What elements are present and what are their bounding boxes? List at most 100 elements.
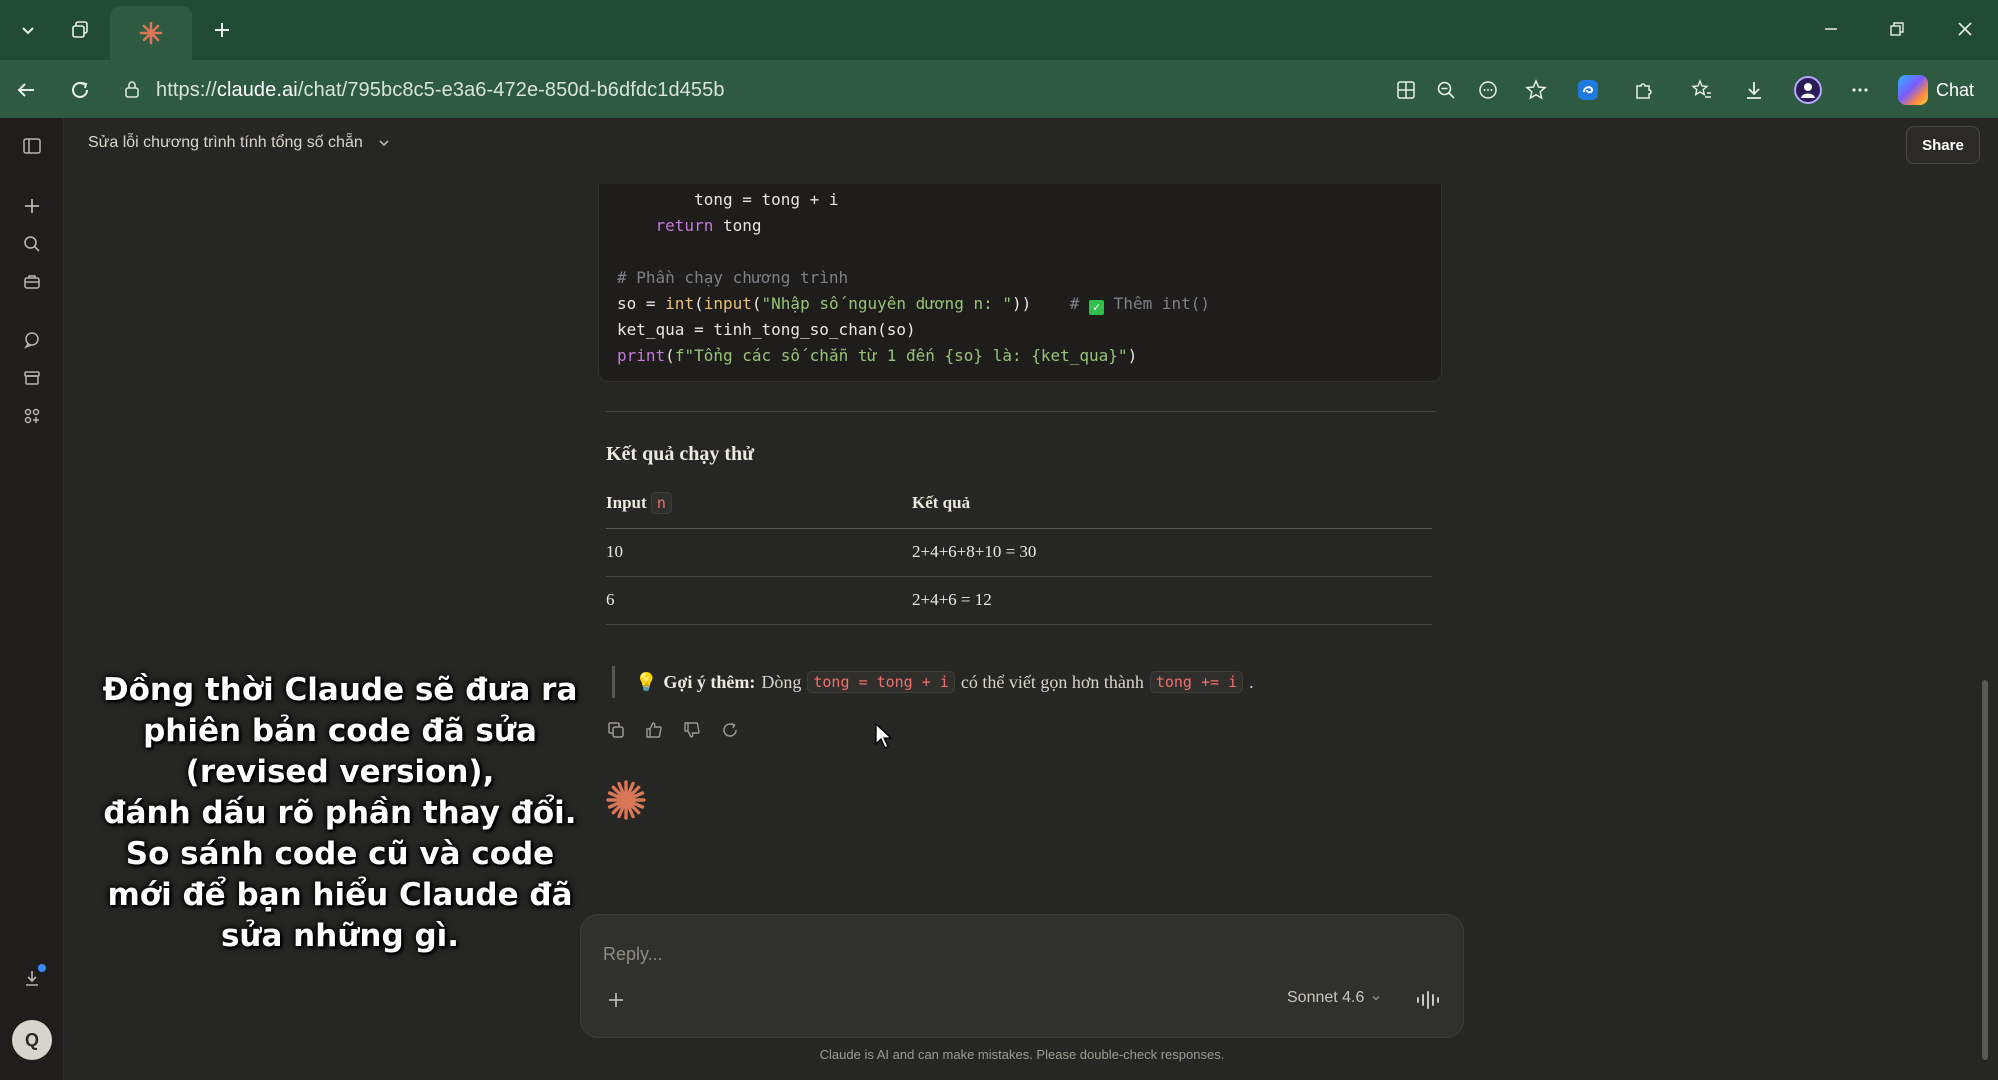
new-chat-button[interactable] (16, 190, 48, 222)
extensions-button[interactable] (1626, 72, 1662, 108)
restore-button[interactable] (1874, 10, 1920, 48)
code-line: so = int(input("Nhập số nguyên dương n: … (617, 294, 1211, 315)
tip-label: Gợi ý thêm: (663, 671, 756, 692)
caption-line: phiên bản code đã sửa (143, 713, 537, 749)
retry-button[interactable] (718, 718, 742, 742)
star-icon (1525, 79, 1547, 100)
code-button[interactable] (16, 400, 48, 432)
section-divider (606, 411, 1436, 412)
apps-grid-icon (24, 408, 40, 424)
profile-button[interactable] (1790, 72, 1826, 108)
minimize-button[interactable] (1808, 10, 1854, 48)
plus-icon (609, 993, 623, 1007)
briefcase-icon (24, 275, 40, 289)
reading-mode-button[interactable] (1470, 72, 1506, 108)
settings-more-button[interactable] (1842, 72, 1878, 108)
reload-button[interactable] (62, 72, 98, 108)
voice-mode-button[interactable] (1413, 985, 1443, 1015)
close-window-button[interactable] (1942, 10, 1988, 48)
code-block[interactable]: tong = tong + i return tong # Phần chạy … (598, 184, 1442, 382)
new-tab-button[interactable] (202, 12, 242, 48)
inline-code: tong = tong + i (807, 671, 955, 693)
code-line: print(f"Tổng các số chẵn từ 1 đến {so} l… (617, 346, 1138, 365)
chevron-down-icon (379, 140, 389, 147)
model-selector[interactable]: Sonnet 4.6 (1287, 989, 1382, 1007)
code-comment: # Phần chạy chương trình (617, 268, 849, 287)
profile-icon (1794, 76, 1822, 104)
plus-icon (215, 23, 229, 37)
tip-text: . (1249, 671, 1254, 692)
thumbs-up-icon (646, 722, 662, 738)
workspaces-icon (72, 21, 88, 38)
table-header-line (606, 528, 1432, 529)
favorite-button[interactable] (1518, 72, 1554, 108)
model-label: Sonnet 4.6 (1287, 989, 1365, 1006)
reply-composer: Sonnet 4.6 (580, 914, 1464, 1038)
caption-line: mới để bạn hiểu Claude đã (107, 877, 573, 913)
artifacts-button[interactable] (16, 362, 48, 394)
url-field[interactable]: https://claude.ai/chat/795bc8c5-e3a6-472… (112, 68, 1562, 110)
copilot-chat-button[interactable]: Chat (1894, 72, 1988, 108)
table-cell-result: 2+4+6 = 12 (912, 590, 992, 609)
reply-input[interactable] (603, 941, 1303, 967)
copilot-icon (1898, 75, 1928, 105)
caption-line: sửa những gì. (220, 918, 460, 954)
tab-list-button[interactable] (8, 12, 48, 48)
waveform-icon (1417, 991, 1439, 1009)
zoom-out-button[interactable] (1428, 72, 1464, 108)
workspaces-button[interactable] (60, 12, 100, 48)
scrollbar[interactable] (1982, 680, 1988, 1060)
search-chats-button[interactable] (16, 228, 48, 260)
code-line: return tong (617, 216, 762, 235)
sidebar-rail: Q (0, 118, 64, 1080)
extension-button[interactable] (1570, 72, 1606, 108)
download-icon (26, 971, 38, 986)
browser-tab-bar (0, 0, 1998, 60)
share-button[interactable]: Share (1906, 126, 1980, 164)
minimize-icon (1825, 28, 1837, 30)
table-row-line (606, 576, 1432, 577)
tip-blockquote: 💡 Gợi ý thêm: Dòng tong = tong + i có th… (612, 666, 1254, 698)
chevron-down-icon (1372, 996, 1380, 1001)
code-line: tong = tong + i (617, 190, 839, 209)
results-heading: Kết quả chạy thử (606, 443, 755, 465)
downloads-button[interactable] (1736, 72, 1772, 108)
browser-tab-claude[interactable] (110, 6, 192, 60)
browser-address-bar: https://claude.ai/chat/795bc8c5-e3a6-472… (0, 60, 1998, 118)
claude-favicon-icon (139, 21, 163, 45)
reload-icon (72, 81, 88, 98)
apps-icon (1397, 81, 1415, 99)
chat-bubble-icon (24, 332, 39, 349)
download-icon (1747, 82, 1761, 99)
toggle-sidebar-button[interactable] (16, 130, 48, 162)
user-avatar[interactable]: Q (12, 1020, 52, 1060)
lock-icon (125, 81, 139, 98)
add-attachment-button[interactable] (601, 985, 631, 1015)
chat-title-menu[interactable]: Sửa lỗi chương trình tính tổng số chẵn (88, 134, 391, 152)
close-icon (1958, 22, 1972, 36)
app-available-button[interactable] (1388, 72, 1424, 108)
caption-line: So sánh code cũ và code (125, 836, 555, 872)
projects-button[interactable] (16, 266, 48, 298)
inline-code: tong += i (1149, 671, 1244, 693)
claude-logo-icon (606, 780, 646, 820)
code-line: ket_qua = tinh_tong_so_chan(so) (617, 320, 916, 339)
notification-dot (38, 964, 46, 972)
table-row-line (606, 624, 1432, 625)
favorites-list-icon (1691, 79, 1711, 98)
tip-text: có thể viết gọn hơn thành (960, 671, 1144, 692)
table-cell-result: 2+4+6+8+10 = 30 (912, 542, 1037, 561)
puzzle-icon (1636, 83, 1652, 99)
table-cell-input: 6 (606, 590, 615, 609)
restore-icon (1890, 22, 1904, 36)
favorites-button[interactable] (1684, 72, 1720, 108)
thumbs-down-button[interactable] (680, 718, 704, 742)
search-icon (24, 236, 40, 252)
tip-text: Dòng (761, 671, 802, 692)
thumbs-up-button[interactable] (642, 718, 666, 742)
chats-button[interactable] (16, 324, 48, 356)
caption-line: Đồng thời Claude sẽ đưa ra (102, 672, 578, 708)
chat-title: Sửa lỗi chương trình tính tổng số chẵn (88, 134, 363, 151)
table-header-input: Input n (606, 492, 672, 514)
back-button[interactable] (8, 72, 44, 108)
